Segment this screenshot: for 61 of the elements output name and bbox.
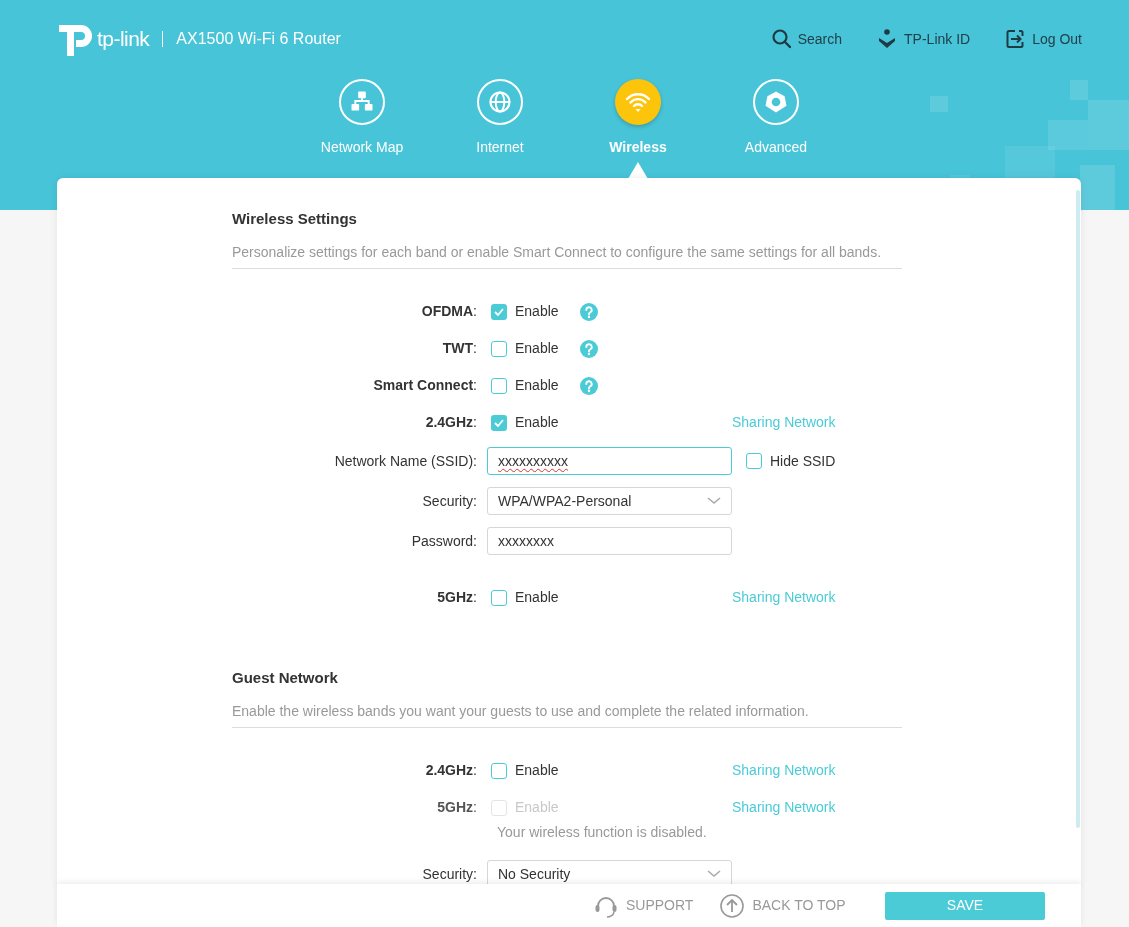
nav-tab[interactable]: Advanced: [707, 79, 845, 158]
header-link[interactable]: Search: [771, 28, 843, 50]
section-description: Enable the wireless bands you want your guests to use and complete the related information.: [232, 702, 810, 720]
checkbox[interactable]: [491, 303, 507, 320]
option-label: Enable: [515, 376, 559, 395]
option-label: Enable: [515, 339, 559, 358]
scrollbar[interactable]: [1076, 190, 1080, 828]
option-label: Enable: [515, 588, 559, 607]
field-label: 2.4GHz:: [424, 413, 477, 432]
field-label: 5GHz:: [436, 798, 477, 817]
field-label: Password:: [410, 531, 477, 551]
field-label: OFDMA:: [420, 302, 477, 321]
sharing-network-link[interactable]: Sharing Network: [732, 412, 836, 433]
chevron-down-icon: [707, 497, 721, 505]
field-label: Smart Connect:: [372, 376, 477, 395]
checkbox[interactable]: [491, 414, 507, 431]
checkbox[interactable]: [491, 589, 507, 606]
person-download-icon: [878, 29, 898, 49]
field-label: Security:: [421, 864, 477, 884]
header-link[interactable]: TP-Link ID: [878, 28, 971, 50]
help-icon: [579, 376, 598, 395]
checkbox[interactable]: [491, 377, 507, 394]
search-icon: [771, 29, 791, 49]
nav-tab[interactable]: Network Map: [293, 79, 431, 158]
field-label: Security:: [421, 491, 477, 511]
status-message: Your wireless function is disabled.: [497, 822, 707, 842]
checkbox[interactable]: [491, 762, 507, 779]
dropdown[interactable]: No Security: [487, 860, 732, 884]
product-name: AX1500 Wi-Fi 6 Router: [176, 29, 341, 49]
option-label: Enable: [515, 761, 559, 780]
chevron-down-icon: [707, 870, 721, 878]
option-label: Enable: [515, 413, 559, 432]
arrow-up-icon: [720, 893, 745, 918]
input-field[interactable]: xxxxxxxx: [487, 527, 732, 555]
field-label: TWT:: [441, 339, 477, 358]
dropdown[interactable]: WPA/WPA2-Personal: [487, 487, 732, 515]
sharing-network-link[interactable]: Sharing Network: [732, 587, 836, 608]
logout-icon: [1006, 29, 1026, 49]
help-icon: [579, 339, 598, 358]
option-label: Enable: [515, 302, 559, 321]
checkbox[interactable]: [746, 453, 762, 469]
section-description: Personalize settings for each band or enable Smart Connect to configure the same settings for all bands.: [232, 243, 883, 261]
section-title: Guest Network: [232, 668, 339, 688]
back-to-top-link[interactable]: BACK TO TOP: [720, 893, 846, 918]
nav-tab[interactable]: Wireless: [569, 79, 707, 158]
field-label: Network Name (SSID):: [333, 451, 477, 471]
save-button[interactable]: SAVE: [885, 891, 1045, 920]
help-icon: [579, 302, 598, 321]
header-link[interactable]: Log Out: [1006, 28, 1082, 50]
option-label: Hide SSID: [770, 451, 836, 471]
check-icon: [494, 307, 504, 316]
brand-name: tp-link: [97, 26, 150, 53]
nav-tab[interactable]: Internet: [431, 79, 569, 158]
field-label: 5GHz:: [436, 588, 477, 607]
check-icon: [494, 418, 504, 427]
input-field[interactable]: xxxxxxxxxx: [487, 447, 732, 475]
checkbox[interactable]: [491, 340, 507, 357]
field-label: 2.4GHz:: [424, 761, 477, 780]
sharing-network-link[interactable]: Sharing Network: [732, 760, 836, 781]
support-link[interactable]: SUPPORT: [594, 893, 694, 918]
section-title: Wireless Settings: [232, 209, 358, 229]
